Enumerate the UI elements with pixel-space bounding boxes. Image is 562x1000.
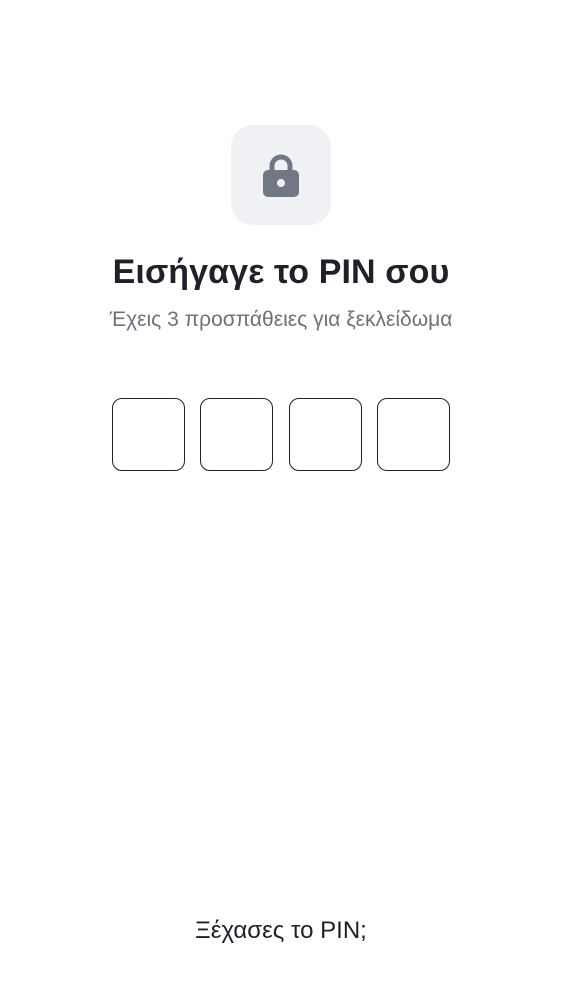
attempts-remaining-text: Έχεις 3 προσπάθειες για ξεκλείδωμα [109,308,453,331]
page-title: Εισήγαγε το PIN σου [112,253,450,291]
lock-icon [263,154,299,197]
forgot-pin-link[interactable]: Ξέχασες το PIN; [0,914,562,948]
pin-entry-screen: Εισήγαγε το PIN σου Έχεις 3 προσπάθειες … [0,0,562,1000]
pin-digit-1[interactable] [112,398,185,471]
pin-input-row [112,398,450,473]
pin-digit-4[interactable] [376,398,450,471]
lock-icon-tile [231,125,331,225]
pin-digit-2[interactable] [200,398,274,471]
pin-digit-3[interactable] [288,398,362,471]
